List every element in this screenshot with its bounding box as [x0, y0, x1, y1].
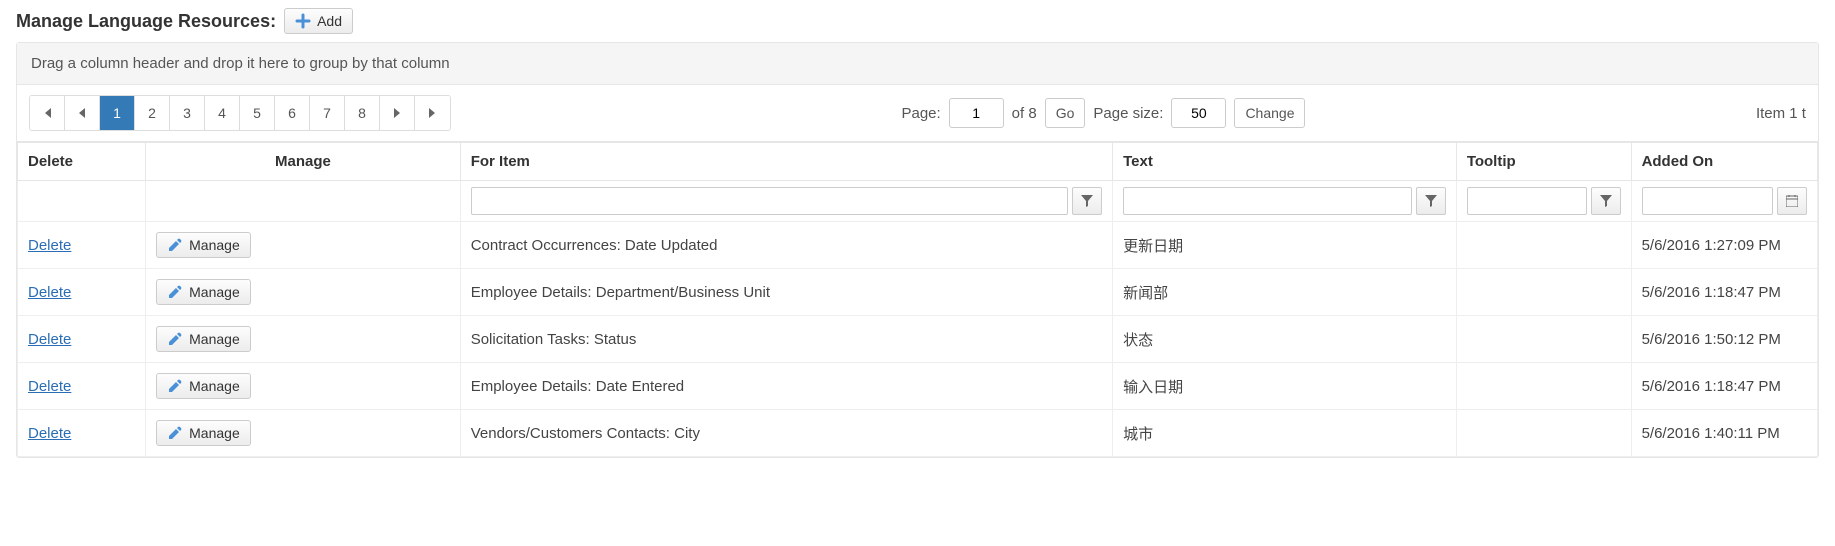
cell-addedon: 5/6/2016 1:18:47 PM	[1631, 269, 1817, 316]
manage-button-label: Manage	[189, 425, 240, 441]
pager-next[interactable]	[380, 96, 415, 130]
col-header-foritem[interactable]: For Item	[460, 143, 1112, 181]
cell-text: 状态	[1113, 316, 1457, 363]
group-panel[interactable]: Drag a column header and drop it here to…	[17, 43, 1818, 85]
filter-icon	[1081, 195, 1093, 207]
change-button[interactable]: Change	[1234, 98, 1305, 128]
delete-link[interactable]: Delete	[28, 237, 71, 254]
cell-tooltip	[1456, 363, 1631, 410]
col-header-addedon[interactable]: Added On	[1631, 143, 1817, 181]
manage-button-label: Manage	[189, 378, 240, 394]
cell-text: 新闻部	[1113, 269, 1457, 316]
delete-link[interactable]: Delete	[28, 425, 71, 442]
cell-foritem: Employee Details: Date Entered	[460, 363, 1112, 410]
filter-button-text[interactable]	[1416, 187, 1446, 215]
go-button[interactable]: Go	[1045, 98, 1086, 128]
pencil-icon	[167, 284, 183, 300]
page-of-text: of 8	[1012, 105, 1037, 122]
filter-input-addedon[interactable]	[1642, 187, 1773, 215]
manage-button[interactable]: Manage	[156, 373, 251, 399]
pencil-icon	[167, 378, 183, 394]
delete-link[interactable]: Delete	[28, 284, 71, 301]
cell-tooltip	[1456, 316, 1631, 363]
cell-foritem: Contract Occurrences: Date Updated	[460, 222, 1112, 269]
pager-page-5[interactable]: 5	[240, 96, 275, 130]
cell-foritem: Solicitation Tasks: Status	[460, 316, 1112, 363]
pencil-icon	[167, 331, 183, 347]
pagesize-input[interactable]	[1171, 98, 1226, 128]
page-input[interactable]	[949, 98, 1004, 128]
pager-last[interactable]	[415, 96, 450, 130]
manage-button[interactable]: Manage	[156, 420, 251, 446]
cell-text: 输入日期	[1113, 363, 1457, 410]
pager-page-1[interactable]: 1	[100, 96, 135, 130]
filter-icon	[1425, 195, 1437, 207]
col-header-delete[interactable]: Delete	[18, 143, 146, 181]
cell-addedon: 5/6/2016 1:18:47 PM	[1631, 363, 1817, 410]
filter-button-tooltip[interactable]	[1591, 187, 1621, 215]
table-row: Delete Manage Employee Details: Department…	[18, 269, 1818, 316]
cell-addedon: 5/6/2016 1:27:09 PM	[1631, 222, 1817, 269]
filter-input-foritem[interactable]	[471, 187, 1068, 215]
pager-page-2[interactable]: 2	[135, 96, 170, 130]
pager: 1 2 3 4 5 6 7 8 Page: of 8 Go	[17, 85, 1818, 142]
manage-button[interactable]: Manage	[156, 279, 251, 305]
manage-button-label: Manage	[189, 237, 240, 253]
manage-button-label: Manage	[189, 284, 240, 300]
pager-page-4[interactable]: 4	[205, 96, 240, 130]
cell-foritem: Vendors/Customers Contacts: City	[460, 410, 1112, 457]
filter-input-text[interactable]	[1123, 187, 1412, 215]
pagesize-label: Page size:	[1093, 105, 1163, 122]
pager-buttons: 1 2 3 4 5 6 7 8	[29, 95, 451, 131]
pager-page-8[interactable]: 8	[345, 96, 380, 130]
filter-icon	[1600, 195, 1612, 207]
header-row: Delete Manage For Item Text Tooltip Adde…	[18, 143, 1818, 181]
delete-link[interactable]: Delete	[28, 331, 71, 348]
table-row: Delete Manage Employee Details: Date Enter…	[18, 363, 1818, 410]
pager-page-7[interactable]: 7	[310, 96, 345, 130]
cell-text: 更新日期	[1113, 222, 1457, 269]
pager-prev[interactable]	[65, 96, 100, 130]
pencil-icon	[167, 237, 183, 253]
table-row: Delete Manage Vendors/Customers Contacts: …	[18, 410, 1818, 457]
cell-addedon: 5/6/2016 1:50:12 PM	[1631, 316, 1817, 363]
cell-tooltip	[1456, 222, 1631, 269]
filter-button-foritem[interactable]	[1072, 187, 1102, 215]
filter-row	[18, 181, 1818, 222]
page-label: Page:	[901, 105, 940, 122]
cell-text: 城市	[1113, 410, 1457, 457]
cell-foritem: Employee Details: Department/Business Un…	[460, 269, 1112, 316]
pager-page-6[interactable]: 6	[275, 96, 310, 130]
col-header-tooltip[interactable]: Tooltip	[1456, 143, 1631, 181]
col-header-manage[interactable]: Manage	[146, 143, 461, 181]
manage-button-label: Manage	[189, 331, 240, 347]
cell-tooltip	[1456, 410, 1631, 457]
add-button-label: Add	[317, 13, 342, 29]
pencil-icon	[167, 425, 183, 441]
plus-icon	[295, 13, 311, 29]
page-title: Manage Language Resources:	[16, 11, 276, 32]
table-row: Delete Manage Contract Occurrences: Date U…	[18, 222, 1818, 269]
filter-input-tooltip[interactable]	[1467, 187, 1587, 215]
table-row: Delete Manage Solicitation Tasks: Status状态…	[18, 316, 1818, 363]
manage-button[interactable]: Manage	[156, 326, 251, 352]
filter-datepicker-addedon[interactable]	[1777, 187, 1807, 215]
delete-link[interactable]: Delete	[28, 378, 71, 395]
add-button[interactable]: Add	[284, 8, 353, 34]
calendar-icon	[1786, 195, 1798, 207]
pager-first[interactable]	[30, 96, 65, 130]
grid: Drag a column header and drop it here to…	[16, 42, 1819, 458]
manage-button[interactable]: Manage	[156, 232, 251, 258]
cell-tooltip	[1456, 269, 1631, 316]
pager-page-3[interactable]: 3	[170, 96, 205, 130]
cell-addedon: 5/6/2016 1:40:11 PM	[1631, 410, 1817, 457]
col-header-text[interactable]: Text	[1113, 143, 1457, 181]
pager-summary: Item 1 t	[1756, 105, 1806, 122]
